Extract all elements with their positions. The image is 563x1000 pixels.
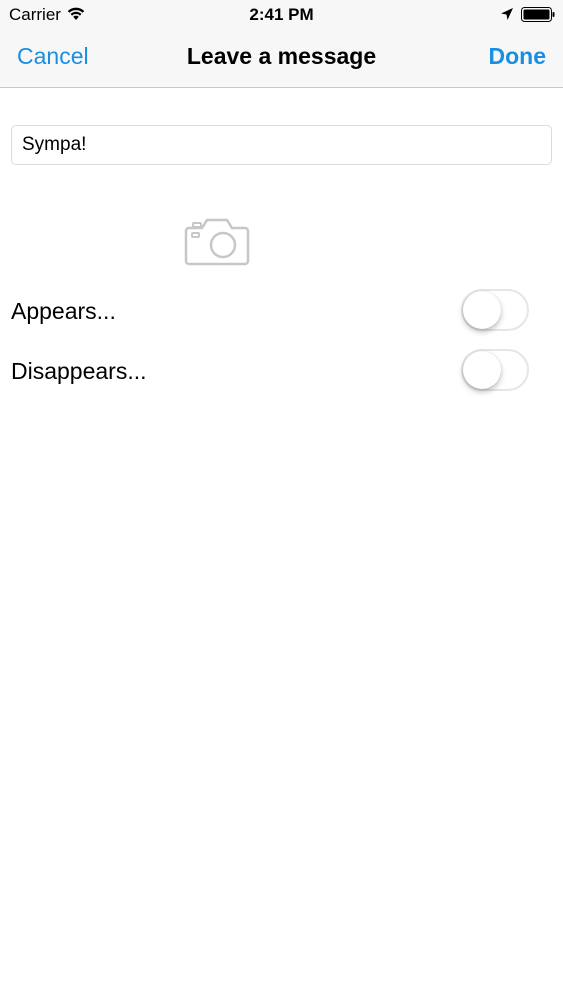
toggle-knob — [463, 351, 501, 389]
message-input[interactable] — [11, 125, 552, 165]
appears-label: Appears... — [11, 298, 116, 324]
navigation-bar: Cancel Leave a message Done — [0, 30, 563, 88]
disappears-toggle[interactable] — [461, 349, 529, 391]
status-bar: Carrier 2:41 PM — [0, 0, 563, 30]
toggle-knob — [463, 291, 501, 329]
location-icon — [500, 7, 514, 21]
screen: Carrier 2:41 PM Cancel Leave a message D… — [0, 0, 563, 1000]
clock: 2:41 PM — [249, 5, 314, 24]
cancel-button[interactable]: Cancel — [17, 43, 89, 70]
add-photo-button[interactable] — [183, 214, 251, 268]
done-button[interactable]: Done — [489, 43, 547, 70]
camera-icon — [183, 214, 251, 268]
battery-icon — [521, 7, 555, 22]
appears-toggle[interactable] — [461, 289, 529, 331]
disappears-label: Disappears... — [11, 358, 147, 384]
